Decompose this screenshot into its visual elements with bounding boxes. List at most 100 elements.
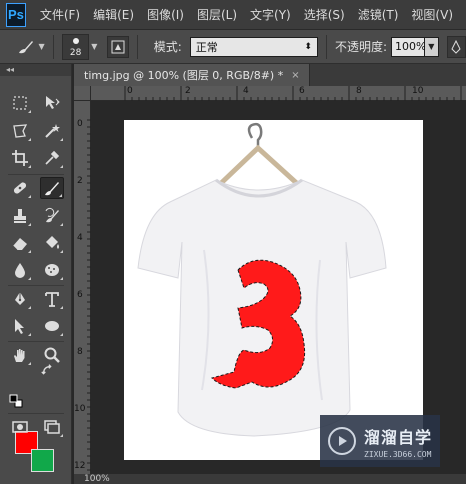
eyedropper-tool[interactable]	[40, 147, 64, 169]
status-bar: 100%	[74, 474, 466, 484]
document-canvas[interactable]	[124, 120, 423, 460]
swap-arrows-icon	[41, 364, 52, 375]
mode-label: 模式:	[153, 40, 182, 54]
menu-edit[interactable]: 编辑(E)	[93, 6, 134, 23]
paint-bucket-tool[interactable]	[40, 232, 64, 254]
menu-view[interactable]: 视图(V)	[411, 6, 453, 23]
ruler-h-label: 10	[412, 86, 424, 96]
menu-image[interactable]: 图像(I)	[147, 6, 184, 23]
document-tab[interactable]: timg.jpg @ 100% (图层 0, RGB/8#) * ×	[74, 64, 310, 86]
opacity-slider-toggle[interactable]: ▼	[424, 36, 439, 57]
photoshop-logo: Ps	[6, 2, 26, 27]
stamp-icon	[14, 209, 26, 223]
brush-icon	[19, 40, 34, 53]
divider	[8, 285, 64, 286]
hand-tool[interactable]	[8, 344, 32, 366]
ruler-origin[interactable]	[74, 86, 91, 101]
brush-tip-icon	[73, 37, 80, 44]
document-tab-bar: timg.jpg @ 100% (图层 0, RGB/8#) * ×	[74, 64, 466, 86]
ruler-v-label: 12	[74, 461, 86, 471]
opacity-input[interactable]: 100%	[390, 36, 426, 57]
marquee-tool[interactable]	[8, 92, 32, 114]
swap-colors-button[interactable]	[40, 364, 56, 378]
clone-stamp-tool[interactable]	[8, 205, 32, 227]
water-drop-icon	[15, 263, 25, 278]
bandage-icon	[13, 182, 27, 194]
magic-wand-icon	[45, 124, 60, 138]
sponge-icon	[45, 264, 59, 276]
brush-size-value: 28	[69, 47, 82, 58]
type-tool[interactable]	[40, 288, 64, 310]
history-brush-tool[interactable]	[40, 205, 64, 227]
background-color-swatch[interactable]	[31, 449, 54, 472]
tool-preset-picker[interactable]: ▼	[16, 34, 45, 60]
close-icon[interactable]: ×	[291, 70, 299, 81]
pressure-opacity-button[interactable]	[446, 35, 466, 58]
ruler-h-label: 2	[185, 86, 191, 96]
ruler-v-label: 0	[77, 119, 83, 129]
type-t-icon	[45, 292, 59, 307]
eyedropper-icon	[45, 150, 60, 165]
menu-layer[interactable]: 图层(L)	[197, 6, 237, 23]
hand-icon	[14, 349, 25, 362]
ruler-h-label: 8	[356, 86, 362, 96]
path-selection-tool[interactable]	[8, 315, 32, 337]
ruler-v-label: 2	[77, 176, 83, 186]
chevron-down-icon: ▼	[38, 42, 45, 51]
pen-tool[interactable]	[8, 288, 32, 310]
menu-filter[interactable]: 滤镜(T)	[358, 6, 399, 23]
updown-arrow-icon: ⬍	[304, 41, 312, 52]
divider	[136, 34, 138, 59]
arrow-cursor-icon	[15, 319, 24, 334]
toggle-brush-panel-button[interactable]	[107, 35, 129, 58]
screen-mode-button[interactable]	[40, 416, 64, 438]
screen-mode-icon	[44, 420, 60, 434]
zoom-level[interactable]: 100%	[84, 474, 110, 484]
crop-icon	[12, 150, 28, 166]
default-colors-button[interactable]	[9, 394, 23, 408]
options-bar: ▼ 28 ▼ 模式: 正常 ⬍ 不透明度: 100% ▼	[0, 30, 466, 64]
divider	[8, 341, 64, 342]
lasso-icon	[13, 124, 28, 138]
menu-select[interactable]: 选择(S)	[304, 6, 345, 23]
sponge-tool[interactable]	[40, 259, 64, 281]
opacity-label: 不透明度:	[334, 40, 387, 54]
ellipse-icon	[45, 321, 59, 331]
ruler-h-label: 0	[127, 86, 133, 96]
ruler-v-label: 8	[77, 347, 83, 357]
crop-tool[interactable]	[8, 147, 32, 169]
healing-brush-tool[interactable]	[8, 177, 32, 199]
marquee-icon	[13, 96, 27, 110]
ruler-h-label: 6	[299, 86, 305, 96]
menu-type[interactable]: 文字(Y)	[250, 6, 291, 23]
horizontal-ruler[interactable]: 0 2 4 6 8 10	[91, 86, 466, 101]
vertical-ruler[interactable]: 0 2 4 6 8 10 12	[74, 101, 91, 484]
lasso-tool[interactable]	[8, 120, 32, 142]
toolbox-collapse[interactable]: ◂◂	[0, 64, 71, 76]
menu-file[interactable]: 文件(F)	[40, 6, 80, 23]
chevron-down-icon[interactable]: ▼	[91, 42, 97, 51]
magic-wand-tool[interactable]	[40, 120, 64, 142]
tshirt-image	[137, 122, 387, 437]
divider	[325, 34, 327, 59]
blend-mode-value: 正常	[195, 40, 218, 54]
photoshop-window: Ps 文件(F) 编辑(E) 图像(I) 图层(L) 文字(Y) 选择(S) 滤…	[0, 0, 466, 484]
blend-mode-select[interactable]: 正常 ⬍	[189, 36, 318, 57]
default-colors-icon	[9, 394, 23, 408]
quick-mask-button[interactable]	[8, 416, 32, 438]
eraser-tool[interactable]	[8, 232, 32, 254]
brush-size-picker[interactable]: 28	[62, 33, 90, 60]
toolbox: ◂◂	[0, 64, 72, 484]
watermark-subtitle: ZIXUE.3D66.COM	[364, 449, 432, 459]
ruler-v-label: 6	[77, 290, 83, 300]
blur-tool[interactable]	[8, 259, 32, 281]
eraser-icon	[12, 238, 27, 251]
move-tool[interactable]	[40, 92, 64, 114]
ruler-ticks	[124, 86, 462, 101]
divider	[8, 174, 64, 175]
pen-nib-icon	[15, 292, 25, 305]
brush-panel-icon	[111, 40, 125, 53]
ruler-h-label: 4	[243, 86, 249, 96]
shape-tool[interactable]	[40, 315, 64, 337]
brush-tool[interactable]	[40, 177, 64, 199]
